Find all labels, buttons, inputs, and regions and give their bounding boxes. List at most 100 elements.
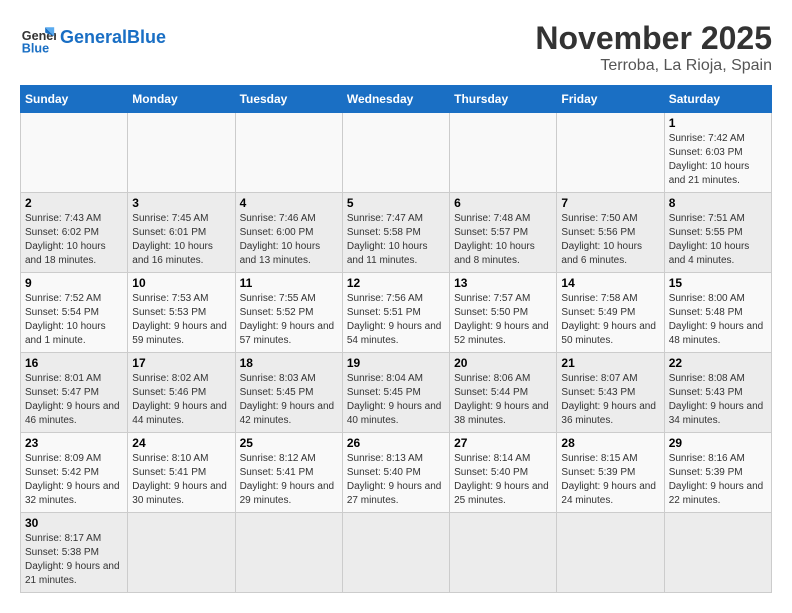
calendar-cell — [235, 513, 342, 593]
day-info: Sunrise: 7:46 AM Sunset: 6:00 PM Dayligh… — [240, 212, 338, 268]
day-info: Sunrise: 8:14 AM Sunset: 5:40 PM Dayligh… — [454, 452, 552, 508]
calendar-cell: 12 Sunrise: 7:56 AM Sunset: 5:51 PM Dayli… — [342, 273, 449, 353]
calendar-cell: 22Sunrise: 8:08 AM Sunset: 5:43 PM Dayli… — [664, 353, 771, 433]
calendar-week-5: 23 Sunrise: 8:09 AM Sunset: 5:42 PM Dayli… — [21, 433, 772, 513]
logo-general: General — [60, 27, 127, 47]
calendar-cell: 18 Sunrise: 8:03 AM Sunset: 5:45 PM Dayli… — [235, 353, 342, 433]
calendar-cell — [450, 513, 557, 593]
day-info: Sunrise: 8:12 AM Sunset: 5:41 PM Dayligh… — [240, 452, 338, 508]
day-info: Sunrise: 7:50 AM Sunset: 5:56 PM Dayligh… — [561, 212, 659, 268]
calendar-cell: 28Sunrise: 8:15 AM Sunset: 5:39 PM Dayli… — [557, 433, 664, 513]
day-number: 21 — [561, 356, 659, 370]
logo-text: GeneralBlue — [60, 28, 166, 48]
day-info: Sunrise: 8:00 AM Sunset: 5:48 PM Dayligh… — [669, 292, 767, 348]
day-info: Sunrise: 8:09 AM Sunset: 5:42 PM Dayligh… — [25, 452, 123, 508]
month-title: November 2025 — [535, 20, 772, 57]
day-info: Sunrise: 7:45 AM Sunset: 6:01 PM Dayligh… — [132, 212, 230, 268]
calendar-cell: 5 Sunrise: 7:47 AM Sunset: 5:58 PM Daylig… — [342, 193, 449, 273]
calendar-cell — [128, 513, 235, 593]
day-number: 20 — [454, 356, 552, 370]
day-number: 1 — [669, 116, 767, 130]
calendar-cell — [557, 113, 664, 193]
calendar-cell: 10Sunrise: 7:53 AM Sunset: 5:53 PM Dayli… — [128, 273, 235, 353]
calendar-cell: 17Sunrise: 8:02 AM Sunset: 5:46 PM Dayli… — [128, 353, 235, 433]
day-number: 15 — [669, 276, 767, 290]
logo: General Blue GeneralBlue — [20, 20, 166, 56]
calendar-week-1: 1 Sunrise: 7:42 AM Sunset: 6:03 PM Daylig… — [21, 113, 772, 193]
day-info: Sunrise: 7:57 AM Sunset: 5:50 PM Dayligh… — [454, 292, 552, 348]
calendar-cell: 13 Sunrise: 7:57 AM Sunset: 5:50 PM Dayli… — [450, 273, 557, 353]
day-number: 9 — [25, 276, 123, 290]
calendar-cell: 20 Sunrise: 8:06 AM Sunset: 5:44 PM Dayli… — [450, 353, 557, 433]
calendar-week-2: 2 Sunrise: 7:43 AM Sunset: 6:02 PM Daylig… — [21, 193, 772, 273]
day-info: Sunrise: 8:15 AM Sunset: 5:39 PM Dayligh… — [561, 452, 659, 508]
day-info: Sunrise: 8:03 AM Sunset: 5:45 PM Dayligh… — [240, 372, 338, 428]
calendar-cell — [342, 513, 449, 593]
calendar-cell: 6 Sunrise: 7:48 AM Sunset: 5:57 PM Daylig… — [450, 193, 557, 273]
calendar-cell: 14 Sunrise: 7:58 AM Sunset: 5:49 PM Dayli… — [557, 273, 664, 353]
day-info: Sunrise: 7:42 AM Sunset: 6:03 PM Dayligh… — [669, 132, 767, 188]
calendar-cell: 26 Sunrise: 8:13 AM Sunset: 5:40 PM Dayli… — [342, 433, 449, 513]
day-info: Sunrise: 8:08 AM Sunset: 5:43 PM Dayligh… — [669, 372, 767, 428]
calendar-cell: 3 Sunrise: 7:45 AM Sunset: 6:01 PM Daylig… — [128, 193, 235, 273]
calendar-cell: 11Sunrise: 7:55 AM Sunset: 5:52 PM Dayli… — [235, 273, 342, 353]
calendar-cell: 23 Sunrise: 8:09 AM Sunset: 5:42 PM Dayli… — [21, 433, 128, 513]
page-header: General Blue GeneralBlue November 2025 T… — [20, 20, 772, 75]
day-number: 13 — [454, 276, 552, 290]
day-info: Sunrise: 8:07 AM Sunset: 5:43 PM Dayligh… — [561, 372, 659, 428]
day-info: Sunrise: 8:06 AM Sunset: 5:44 PM Dayligh… — [454, 372, 552, 428]
calendar-week-4: 16 Sunrise: 8:01 AM Sunset: 5:47 PM Dayli… — [21, 353, 772, 433]
day-number: 7 — [561, 196, 659, 210]
calendar-cell — [21, 113, 128, 193]
calendar-cell: 19 Sunrise: 8:04 AM Sunset: 5:45 PM Dayli… — [342, 353, 449, 433]
calendar-cell: 16 Sunrise: 8:01 AM Sunset: 5:47 PM Dayli… — [21, 353, 128, 433]
calendar-week-6: 30Sunrise: 8:17 AM Sunset: 5:38 PM Dayli… — [21, 513, 772, 593]
title-area: November 2025 Terroba, La Rioja, Spain — [535, 20, 772, 75]
day-info: Sunrise: 7:48 AM Sunset: 5:57 PM Dayligh… — [454, 212, 552, 268]
day-info: Sunrise: 8:04 AM Sunset: 5:45 PM Dayligh… — [347, 372, 445, 428]
calendar-cell — [128, 113, 235, 193]
day-info: Sunrise: 7:52 AM Sunset: 5:54 PM Dayligh… — [25, 292, 123, 348]
day-info: Sunrise: 7:47 AM Sunset: 5:58 PM Dayligh… — [347, 212, 445, 268]
calendar-cell: 4 Sunrise: 7:46 AM Sunset: 6:00 PM Daylig… — [235, 193, 342, 273]
day-number: 26 — [347, 436, 445, 450]
day-number: 6 — [454, 196, 552, 210]
day-info: Sunrise: 8:02 AM Sunset: 5:46 PM Dayligh… — [132, 372, 230, 428]
day-number: 8 — [669, 196, 767, 210]
svg-text:Blue: Blue — [22, 41, 49, 55]
day-number: 3 — [132, 196, 230, 210]
day-number: 2 — [25, 196, 123, 210]
day-info: Sunrise: 7:55 AM Sunset: 5:52 PM Dayligh… — [240, 292, 338, 348]
calendar-cell: 1 Sunrise: 7:42 AM Sunset: 6:03 PM Daylig… — [664, 113, 771, 193]
day-header-saturday: Saturday — [664, 86, 771, 113]
day-number: 4 — [240, 196, 338, 210]
calendar-week-3: 9 Sunrise: 7:52 AM Sunset: 5:54 PM Daylig… — [21, 273, 772, 353]
calendar-cell: 29 Sunrise: 8:16 AM Sunset: 5:39 PM Dayli… — [664, 433, 771, 513]
calendar-cell — [664, 513, 771, 593]
day-info: Sunrise: 8:01 AM Sunset: 5:47 PM Dayligh… — [25, 372, 123, 428]
calendar-cell: 30Sunrise: 8:17 AM Sunset: 5:38 PM Dayli… — [21, 513, 128, 593]
calendar-cell — [557, 513, 664, 593]
day-info: Sunrise: 7:43 AM Sunset: 6:02 PM Dayligh… — [25, 212, 123, 268]
day-header-wednesday: Wednesday — [342, 86, 449, 113]
day-info: Sunrise: 8:16 AM Sunset: 5:39 PM Dayligh… — [669, 452, 767, 508]
calendar-cell — [235, 113, 342, 193]
day-header-tuesday: Tuesday — [235, 86, 342, 113]
day-number: 23 — [25, 436, 123, 450]
day-number: 12 — [347, 276, 445, 290]
day-number: 19 — [347, 356, 445, 370]
calendar-cell: 8Sunrise: 7:51 AM Sunset: 5:55 PM Daylig… — [664, 193, 771, 273]
day-info: Sunrise: 7:58 AM Sunset: 5:49 PM Dayligh… — [561, 292, 659, 348]
calendar-cell: 21 Sunrise: 8:07 AM Sunset: 5:43 PM Dayli… — [557, 353, 664, 433]
day-info: Sunrise: 7:56 AM Sunset: 5:51 PM Dayligh… — [347, 292, 445, 348]
day-number: 5 — [347, 196, 445, 210]
day-number: 16 — [25, 356, 123, 370]
day-number: 30 — [25, 516, 123, 530]
day-number: 29 — [669, 436, 767, 450]
day-info: Sunrise: 8:13 AM Sunset: 5:40 PM Dayligh… — [347, 452, 445, 508]
day-number: 14 — [561, 276, 659, 290]
day-number: 18 — [240, 356, 338, 370]
day-header-monday: Monday — [128, 86, 235, 113]
location-title: Terroba, La Rioja, Spain — [535, 57, 772, 75]
day-number: 10 — [132, 276, 230, 290]
